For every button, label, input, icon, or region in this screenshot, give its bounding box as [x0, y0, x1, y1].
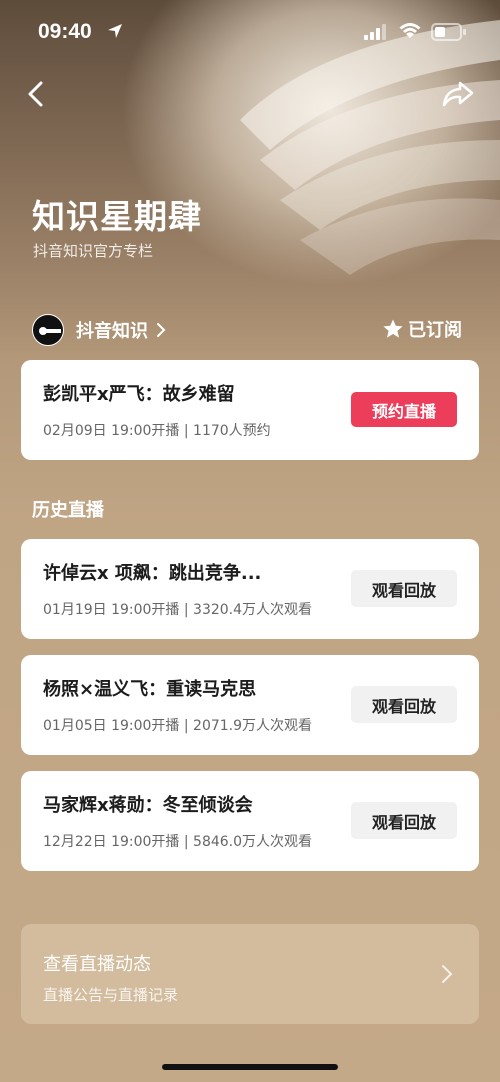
history-section-title: 历史直播: [32, 500, 104, 521]
history-live-card[interactable]: 马家辉x蒋勋：冬至倾谈会 12月22日 19:00开播 | 5846.0万人次观…: [21, 771, 479, 871]
status-time: 09:40: [38, 20, 92, 43]
page-subtitle: 抖音知识官方专栏: [33, 242, 154, 260]
chevron-right-icon: [157, 323, 166, 337]
history-live-card[interactable]: 许倬云x 项飙：跳出竞争... 01月19日 19:00开播 | 3320.4万…: [21, 539, 479, 639]
live-title: 许倬云x 项飙：跳出竞争...: [43, 563, 262, 584]
subscribe-label: 已订阅: [408, 320, 462, 341]
location-arrow-icon: [108, 24, 122, 38]
share-icon[interactable]: [442, 80, 474, 108]
upcoming-live-card[interactable]: 彭凯平x严飞：故乡难留 02月09日 19:00开播 | 1170人预约 预约直…: [21, 360, 479, 460]
battery-icon: [431, 23, 466, 41]
live-meta: 12月22日 19:00开播 | 5846.0万人次观看: [43, 834, 313, 850]
live-title: 马家辉x蒋勋：冬至倾谈会: [43, 795, 253, 816]
live-meta: 01月19日 19:00开播 | 3320.4万人次观看: [43, 602, 313, 618]
chevron-right-icon: [442, 965, 453, 983]
live-feed-subtitle: 直播公告与直播记录: [43, 986, 179, 1004]
page-title: 知识星期肆: [32, 197, 202, 236]
live-feed-title: 查看直播动态: [43, 954, 151, 975]
wifi-icon: [399, 23, 421, 38]
watch-replay-button[interactable]: 观看回放: [351, 570, 457, 607]
home-indicator[interactable]: [162, 1064, 338, 1070]
status-bar: 09:40: [0, 0, 500, 64]
live-title: 杨照×温义飞：重读马克思: [43, 679, 257, 700]
signal-icon: [364, 24, 386, 40]
live-title: 彭凯平x严飞：故乡难留: [43, 384, 235, 405]
live-feed-link[interactable]: 查看直播动态 直播公告与直播记录: [21, 924, 479, 1024]
history-live-card[interactable]: 杨照×温义飞：重读马克思 01月05日 19:00开播 | 2071.9万人次观…: [21, 655, 479, 755]
watch-replay-button[interactable]: 观看回放: [351, 802, 457, 839]
subscribe-button[interactable]: 已订阅: [382, 316, 462, 342]
star-icon: [383, 319, 403, 338]
live-meta: 02月09日 19:00开播 | 1170人预约: [43, 423, 271, 439]
reserve-live-button[interactable]: 预约直播: [351, 392, 457, 427]
author-link[interactable]: 抖音知识: [32, 313, 166, 347]
avatar: [32, 314, 64, 346]
back-icon[interactable]: [26, 80, 46, 108]
author-name: 抖音知识: [76, 321, 148, 342]
watch-replay-button[interactable]: 观看回放: [351, 686, 457, 723]
live-meta: 01月05日 19:00开播 | 2071.9万人次观看: [43, 718, 313, 734]
